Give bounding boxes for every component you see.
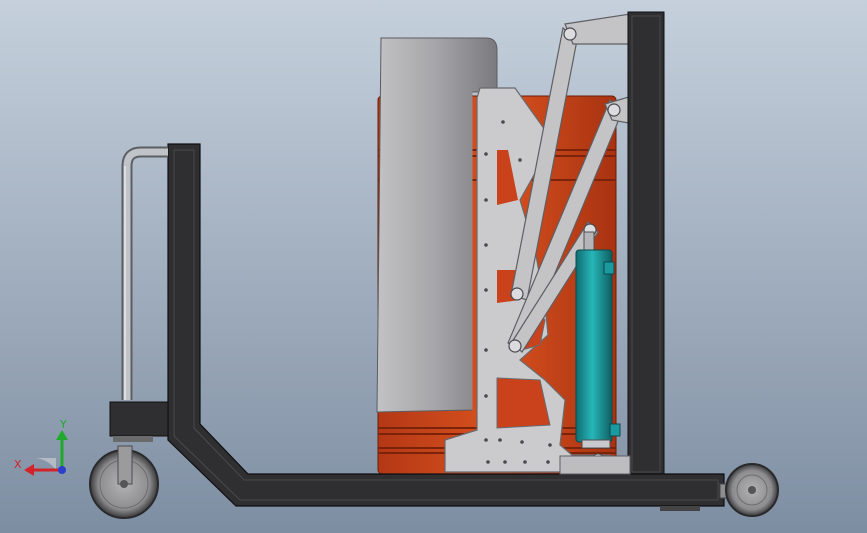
mast-column: [627, 11, 665, 477]
x-axis-label: X: [14, 458, 22, 471]
cad-viewport[interactable]: Y X: [0, 0, 867, 533]
drum-lifter-drawing: Y X: [0, 0, 867, 533]
y-axis-label: Y: [59, 418, 67, 431]
z-axis-dot: [58, 466, 66, 474]
